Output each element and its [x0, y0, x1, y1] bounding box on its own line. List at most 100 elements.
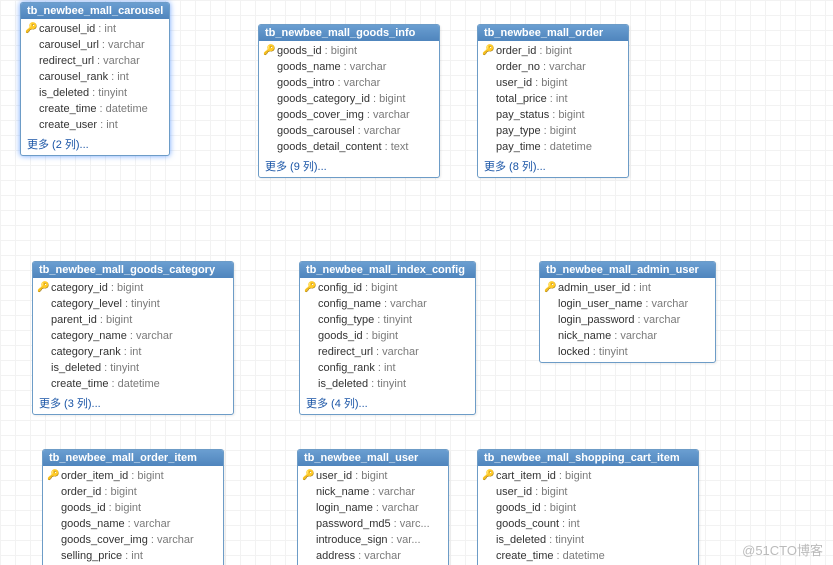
table-title[interactable]: tb_newbee_mall_order_item: [43, 450, 223, 466]
field-row[interactable]: •category_name: varchar: [33, 328, 233, 344]
field-row[interactable]: 🔑category_id: bigint: [33, 280, 233, 296]
field-icon: •: [37, 345, 49, 359]
field-row[interactable]: •locked: tinyint: [540, 344, 715, 360]
table-fields: 🔑goods_id: bigint•goods_name: varchar•go…: [259, 41, 439, 157]
db-table-order_item[interactable]: tb_newbee_mall_order_item 🔑order_item_id:…: [42, 449, 224, 565]
field-row[interactable]: •create_time: datetime: [478, 548, 698, 564]
field-icon: •: [304, 361, 316, 375]
table-title[interactable]: tb_newbee_mall_carousel: [21, 3, 169, 19]
field-row[interactable]: •goods_count: int: [478, 516, 698, 532]
field-row[interactable]: •is_deleted: tinyint: [21, 85, 169, 101]
field-row[interactable]: •goods_cover_img: varchar: [43, 532, 223, 548]
db-table-cart_item[interactable]: tb_newbee_mall_shopping_cart_item 🔑cart_i…: [477, 449, 699, 565]
field-row[interactable]: •redirect_url: varchar: [21, 53, 169, 69]
field-name: goods_detail_content: [277, 140, 382, 154]
field-row[interactable]: •parent_id: bigint: [33, 312, 233, 328]
field-row[interactable]: •nick_name: varchar: [298, 484, 448, 500]
table-title[interactable]: tb_newbee_mall_index_config: [300, 262, 475, 278]
field-row[interactable]: 🔑order_id: bigint: [478, 43, 628, 59]
field-row[interactable]: •is_deleted: tinyint: [33, 360, 233, 376]
field-row[interactable]: 🔑config_id: bigint: [300, 280, 475, 296]
table-title[interactable]: tb_newbee_mall_user: [298, 450, 448, 466]
more-columns-link[interactable]: 更多 (2 列)...: [21, 135, 169, 155]
field-type: : bigint: [131, 469, 163, 483]
field-row[interactable]: •redirect_url: varchar: [300, 344, 475, 360]
field-row[interactable]: •carousel_rank: int: [21, 69, 169, 85]
table-title[interactable]: tb_newbee_mall_shopping_cart_item: [478, 450, 698, 466]
field-row[interactable]: •goods_id: bigint: [300, 328, 475, 344]
field-row[interactable]: •nick_name: varchar: [540, 328, 715, 344]
field-row[interactable]: •goods_name: varchar: [43, 516, 223, 532]
primary-key-icon: 🔑: [47, 469, 59, 483]
more-columns-link[interactable]: 更多 (3 列)...: [33, 394, 233, 414]
more-columns-link[interactable]: 更多 (9 列)...: [259, 157, 439, 177]
table-title[interactable]: tb_newbee_mall_admin_user: [540, 262, 715, 278]
field-type: : text: [385, 140, 409, 154]
field-row[interactable]: 🔑admin_user_id: int: [540, 280, 715, 296]
field-row[interactable]: •user_id: bigint: [478, 75, 628, 91]
field-row[interactable]: •total_price: int: [478, 91, 628, 107]
table-title[interactable]: tb_newbee_mall_order: [478, 25, 628, 41]
field-row[interactable]: •address: varchar: [298, 548, 448, 564]
more-columns-link[interactable]: 更多 (4 列)...: [300, 394, 475, 414]
field-row[interactable]: •config_rank: int: [300, 360, 475, 376]
field-row[interactable]: 🔑user_id: bigint: [298, 468, 448, 484]
field-row[interactable]: •create_user: int: [21, 117, 169, 133]
field-row[interactable]: •goods_name: varchar: [259, 59, 439, 75]
field-row[interactable]: •pay_status: bigint: [478, 107, 628, 123]
field-row[interactable]: •goods_category_id: bigint: [259, 91, 439, 107]
db-table-goods_category[interactable]: tb_newbee_mall_goods_category 🔑category_i…: [32, 261, 234, 415]
db-table-goods_info[interactable]: tb_newbee_mall_goods_info 🔑goods_id: bigi…: [258, 24, 440, 178]
db-table-order[interactable]: tb_newbee_mall_order 🔑order_id: bigint•or…: [477, 24, 629, 178]
field-type: : var...: [391, 533, 421, 547]
db-table-user[interactable]: tb_newbee_mall_user 🔑user_id: bigint•nick…: [297, 449, 449, 565]
field-row[interactable]: •goods_carousel: varchar: [259, 123, 439, 139]
db-table-admin_user[interactable]: tb_newbee_mall_admin_user 🔑admin_user_id:…: [539, 261, 716, 363]
field-name: goods_name: [61, 517, 125, 531]
field-row[interactable]: •login_user_name: varchar: [540, 296, 715, 312]
field-type: : bigint: [544, 501, 576, 515]
field-row[interactable]: •pay_type: bigint: [478, 123, 628, 139]
more-columns-link[interactable]: 更多 (8 列)...: [478, 157, 628, 177]
field-icon: •: [263, 76, 275, 90]
field-row[interactable]: •carousel_url: varchar: [21, 37, 169, 53]
field-icon: •: [544, 297, 556, 311]
db-table-carousel[interactable]: tb_newbee_mall_carousel 🔑carousel_id: int…: [20, 2, 170, 156]
field-row[interactable]: •config_type: tinyint: [300, 312, 475, 328]
field-row[interactable]: •user_id: bigint: [478, 484, 698, 500]
field-row[interactable]: •goods_intro: varchar: [259, 75, 439, 91]
er-diagram-canvas[interactable]: @51CTO博客 tb_newbee_mall_carousel 🔑carouse…: [0, 0, 833, 565]
field-name: create_user: [39, 118, 97, 132]
field-row[interactable]: •is_deleted: tinyint: [300, 376, 475, 392]
field-type: : varchar: [637, 313, 680, 327]
field-row[interactable]: •order_id: bigint: [43, 484, 223, 500]
field-row[interactable]: •category_level: tinyint: [33, 296, 233, 312]
field-row[interactable]: •login_password: varchar: [540, 312, 715, 328]
field-icon: •: [25, 70, 37, 84]
field-row[interactable]: 🔑goods_id: bigint: [259, 43, 439, 59]
field-row[interactable]: •goods_cover_img: varchar: [259, 107, 439, 123]
field-row[interactable]: 🔑carousel_id: int: [21, 21, 169, 37]
field-row[interactable]: •order_no: varchar: [478, 59, 628, 75]
field-row[interactable]: •introduce_sign: var...: [298, 532, 448, 548]
field-row[interactable]: •goods_id: bigint: [43, 500, 223, 516]
field-row[interactable]: •goods_id: bigint: [478, 500, 698, 516]
field-row[interactable]: •pay_time: datetime: [478, 139, 628, 155]
table-title[interactable]: tb_newbee_mall_goods_info: [259, 25, 439, 41]
field-row[interactable]: •config_name: varchar: [300, 296, 475, 312]
field-row[interactable]: •is_deleted: tinyint: [478, 532, 698, 548]
field-name: goods_category_id: [277, 92, 370, 106]
field-row[interactable]: •category_rank: int: [33, 344, 233, 360]
table-title[interactable]: tb_newbee_mall_goods_category: [33, 262, 233, 278]
field-row[interactable]: •create_time: datetime: [21, 101, 169, 117]
field-icon: •: [47, 517, 59, 531]
field-row[interactable]: •goods_detail_content: text: [259, 139, 439, 155]
field-row[interactable]: 🔑cart_item_id: bigint: [478, 468, 698, 484]
field-row[interactable]: •selling_price: int: [43, 548, 223, 564]
field-row[interactable]: 🔑order_item_id: bigint: [43, 468, 223, 484]
field-row[interactable]: •create_time: datetime: [33, 376, 233, 392]
db-table-index_config[interactable]: tb_newbee_mall_index_config 🔑config_id: b…: [299, 261, 476, 415]
field-row[interactable]: •login_name: varchar: [298, 500, 448, 516]
field-row[interactable]: •password_md5: varc...: [298, 516, 448, 532]
watermark-text: @51CTO博客: [742, 540, 823, 559]
